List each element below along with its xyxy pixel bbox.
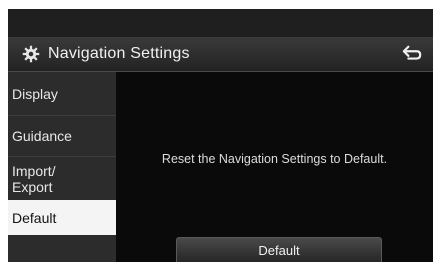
reset-message: Reset the Navigation Settings to Default… [161,152,388,166]
header-bar: Navigation Settings [8,37,433,72]
head-unit-screen: Navigation Settings Display Guidance Imp… [8,9,433,262]
sidebar-item-label: Import/ Export [12,162,56,195]
gear-icon [22,45,40,63]
default-button-label: Default [258,242,300,258]
sidebar-item-import-export[interactable]: Import/ Export [8,156,116,200]
back-arrow-icon[interactable] [401,44,423,64]
sidebar-item-default[interactable]: Default [8,200,116,235]
sidebar-item-label: Display [12,85,58,102]
sidebar-item-label: Default [12,209,57,226]
sidebar-item-guidance[interactable]: Guidance [8,115,116,156]
default-button[interactable]: Default [176,237,382,262]
page-title: Navigation Settings [48,45,190,62]
status-bar [8,9,433,37]
sidebar-item-label: Guidance [12,128,72,144]
main-content: Reset the Navigation Settings to Default… [116,72,433,262]
sidebar-item-display[interactable]: Display [8,72,116,115]
settings-sidebar: Display Guidance Import/ Export Default [8,72,116,262]
